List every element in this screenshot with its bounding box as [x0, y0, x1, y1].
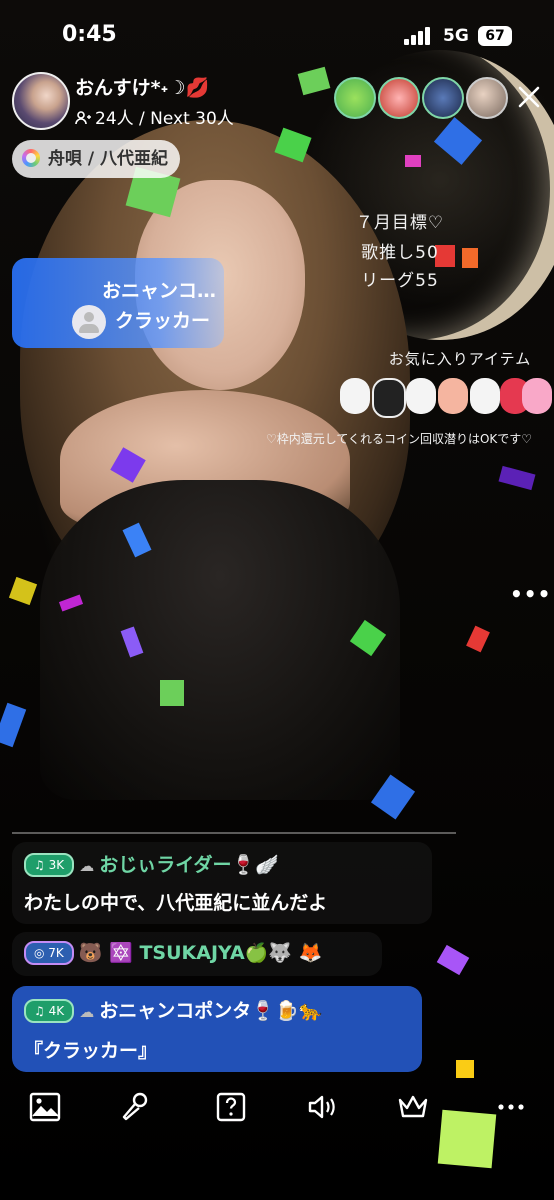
gift-sender: おニャンコ… — [102, 280, 217, 302]
comment-message: わたしの中で、八代亜紀に並んだよ — [24, 892, 328, 914]
bottom-toolbar — [0, 1090, 554, 1150]
sticker-icon — [470, 378, 500, 414]
ranking-button[interactable] — [396, 1090, 436, 1130]
close-icon — [518, 86, 540, 108]
comment-item: ◎ 7K 🐻 🔯 TSUKAJYA🍏🐺 🦊 — [12, 932, 382, 976]
question-box-icon — [216, 1092, 246, 1122]
cloud-icon: ☁ — [79, 1003, 95, 1021]
more-button[interactable] — [494, 1090, 534, 1130]
badge-value: 4K — [48, 1004, 65, 1018]
badge-value: 3K — [48, 858, 65, 872]
confetti-piece — [498, 465, 536, 491]
live-stream-view: 0:45 5G 67 おんすけ*˖☽💋 24人 / Next 30人 舟唄 / … — [0, 0, 554, 1200]
confetti-piece — [160, 680, 184, 706]
confetti-piece — [297, 66, 331, 96]
more-icon — [498, 1104, 524, 1110]
confetti-piece — [8, 576, 38, 606]
guest-avatar[interactable] — [378, 77, 420, 119]
confetti-piece — [0, 702, 27, 748]
comment-username[interactable]: おニャンコポンタ🍷🍺🐆 — [99, 1000, 322, 1022]
favorite-item-stickers — [340, 372, 552, 422]
comment-header: ♫ 3K ☁ おじぃライダー🍷🪽 — [24, 850, 279, 877]
song-title: 舟唄 / 八代亜紀 — [48, 149, 169, 169]
music-ring-icon — [22, 149, 40, 167]
sticker-icon — [406, 378, 436, 414]
image-icon — [29, 1092, 61, 1122]
comment-username[interactable]: 🐻 🔯 TSUKAJYA🍏🐺 🦊 — [79, 942, 322, 964]
close-button[interactable] — [514, 82, 544, 112]
sound-button[interactable] — [305, 1090, 345, 1130]
goal-line-3: リーグ55 — [361, 271, 439, 291]
battery-icon: 67 — [478, 26, 512, 46]
cellular-signal-icon — [404, 27, 434, 45]
now-playing-song[interactable]: 舟唄 / 八代亜紀 — [12, 140, 181, 178]
clock: 0:45 — [62, 22, 117, 47]
more-options-icon[interactable]: ••• — [510, 582, 551, 606]
quiz-button[interactable] — [214, 1090, 254, 1130]
network-type: 5G — [443, 26, 469, 46]
host-avatar[interactable] — [12, 72, 70, 130]
guest-avatar[interactable] — [422, 77, 464, 119]
image-button[interactable] — [28, 1090, 68, 1130]
comment-header: ♫ 4K ☁ おニャンコポンタ🍷🍺🐆 — [24, 996, 322, 1023]
sing-button[interactable] — [118, 1090, 158, 1130]
confetti-piece — [405, 155, 421, 167]
person-icon — [75, 111, 91, 125]
host-name[interactable]: おんすけ*˖☽💋 — [75, 73, 209, 100]
comment-item-highlighted: ♫ 4K ☁ おニャンコポンタ🍷🍺🐆 『クラッカー』 — [12, 986, 422, 1072]
viewer-count-text: 24人 / Next 30人 — [95, 109, 234, 129]
badge-value: 7K — [48, 946, 64, 960]
cloud-icon: ☁ — [79, 857, 95, 875]
level-badge: ♫ 4K — [24, 999, 75, 1023]
gift-notification-banner: おニャンコ… クラッカー — [12, 258, 224, 348]
stream-rule-text: ♡枠内還元してくれるコイン回収潜りはOKです♡ — [265, 432, 533, 446]
sticker-icon — [372, 378, 406, 418]
viewer-count: 24人 / Next 30人 — [75, 104, 234, 129]
favorites-title: お気に入りアイテム — [388, 350, 532, 368]
gift-item-name: クラッカー — [115, 310, 211, 332]
user-avatar-icon — [72, 305, 106, 339]
guest-avatar[interactable] — [466, 77, 508, 119]
goal-line-2: 歌推し50 — [361, 243, 439, 263]
sticker-icon — [340, 378, 370, 414]
speaker-icon — [308, 1095, 335, 1119]
crown-icon — [398, 1095, 428, 1118]
confetti-piece — [456, 1060, 474, 1078]
comment-divider — [12, 832, 456, 834]
level-badge: ♫ 3K — [24, 853, 75, 877]
comment-message: 『クラッカー』 — [24, 1040, 158, 1062]
comment-header: ◎ 7K 🐻 🔯 TSUKAJYA🍏🐺 🦊 — [24, 941, 322, 965]
level-badge: ◎ 7K — [24, 941, 74, 965]
sticker-icon — [522, 378, 552, 414]
confetti-piece — [462, 248, 478, 268]
streamer-image-dress — [40, 480, 400, 800]
microphone-icon — [122, 1092, 148, 1121]
confetti-piece — [466, 625, 490, 653]
status-bar: 0:45 5G 67 — [0, 0, 554, 70]
confetti-piece — [436, 944, 470, 976]
sticker-icon — [438, 378, 468, 414]
guest-avatar[interactable] — [334, 77, 376, 119]
comment-item: ♫ 3K ☁ おじぃライダー🍷🪽 わたしの中で、八代亜紀に並んだよ — [12, 842, 432, 924]
comment-username[interactable]: おじぃライダー🍷🪽 — [99, 854, 279, 876]
goal-line-1: ７月目標♡ — [355, 213, 445, 233]
